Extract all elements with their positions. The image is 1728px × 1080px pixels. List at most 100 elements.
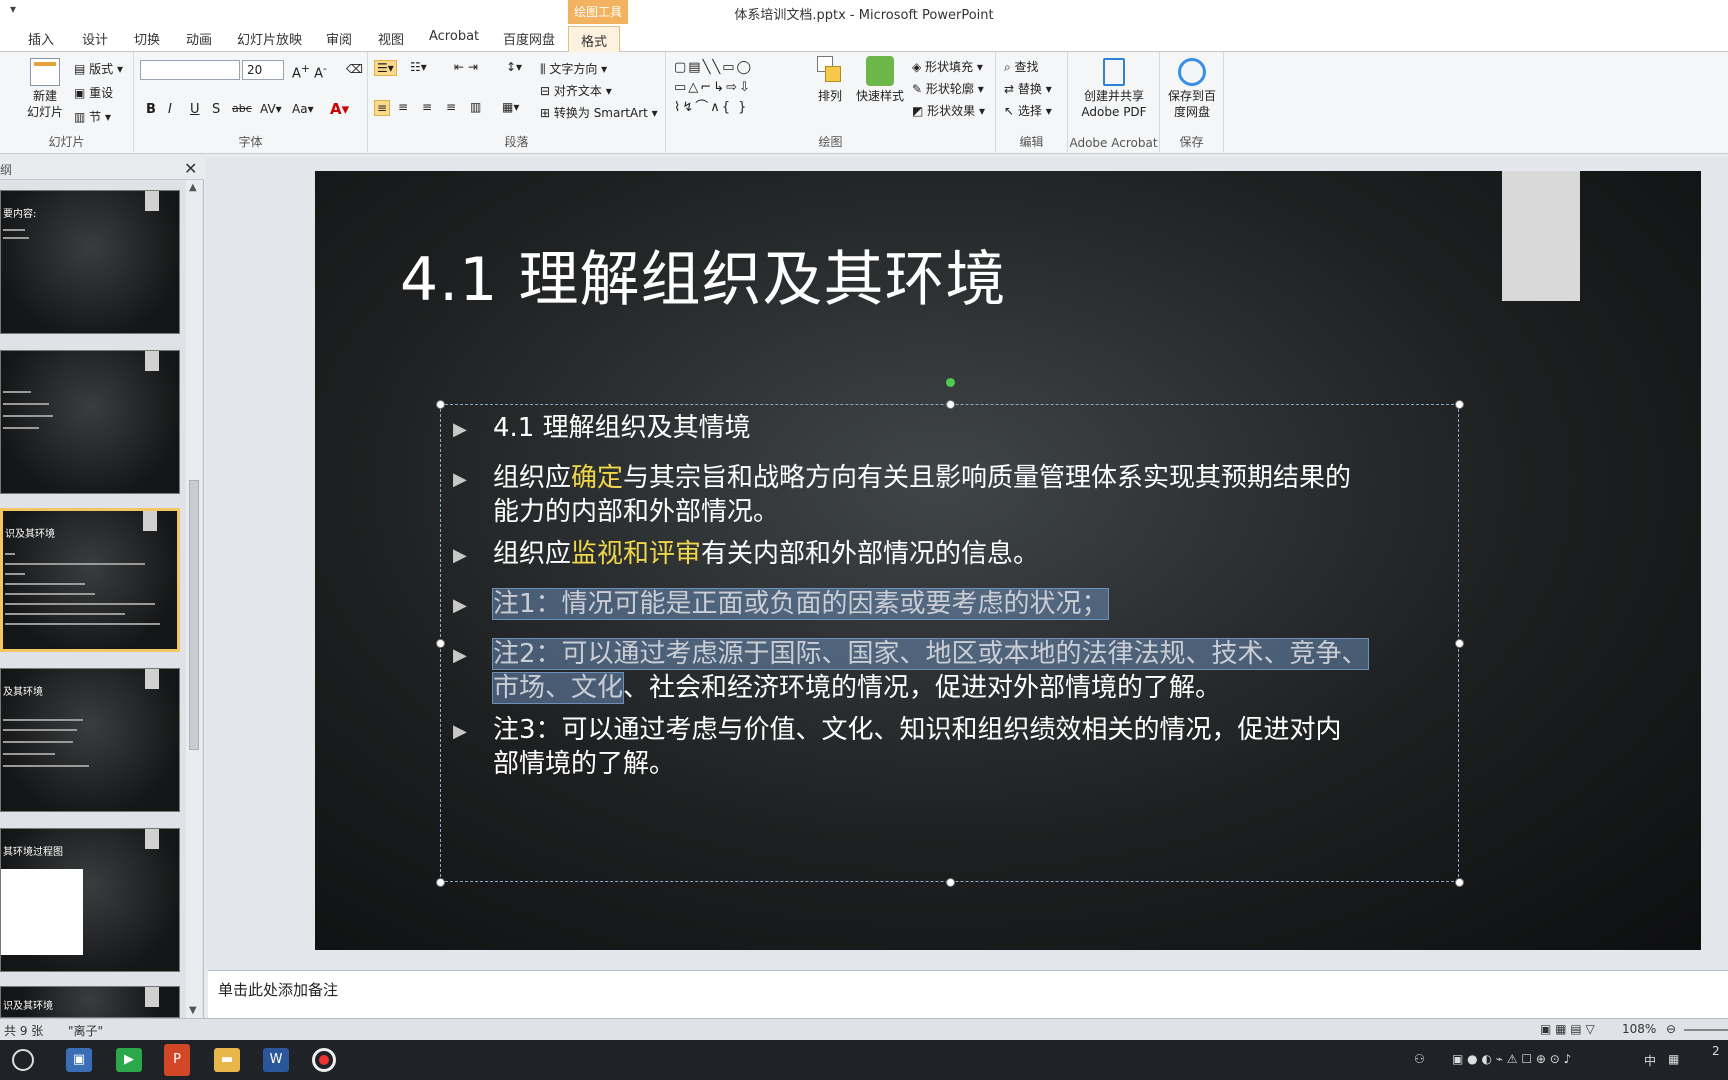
tray-icons[interactable]: ▣ ● ◐ ⌁ ⚠ ☐ ⊕ ⊙ ♪ (1452, 1052, 1571, 1066)
quick-styles-button[interactable]: 快速样式 (854, 56, 906, 104)
tab-acrobat[interactable]: Acrobat (429, 29, 479, 44)
resize-handle[interactable] (946, 878, 955, 887)
rotation-handle[interactable] (946, 378, 955, 387)
tab-design[interactable]: 设计 (82, 29, 108, 48)
panel-scrollbar[interactable]: ▲ ▼ (186, 180, 202, 1018)
scrollbar-thumb[interactable] (189, 480, 199, 750)
layout-button[interactable]: ▤ 版式 ▾ (74, 60, 123, 77)
search-icon[interactable] (12, 1049, 34, 1071)
shapes-gallery[interactable]: ▢▤╲╲▭◯ ▭△⌐↳⇨⇩ ⌇↯⌒∧{ } (674, 58, 753, 118)
replace-label: 替换 (1017, 82, 1042, 96)
smartart-icon: ⊞ (540, 106, 554, 120)
text-direction-button[interactable]: ⫼ 文字方向 ▾ (540, 60, 607, 77)
font-color-button[interactable]: A▾ (330, 100, 349, 118)
user-icon[interactable]: ⚇ (1414, 1052, 1425, 1066)
numbering-button[interactable]: ☷▾ (410, 60, 427, 74)
shadow-button[interactable]: S (212, 102, 220, 117)
tab-transitions[interactable]: 切换 (134, 29, 160, 48)
status-bar: 共 9 张 "离子" ▣ ▦ ▤ ▽ 108% ⊖ (0, 1018, 1728, 1040)
input-method[interactable]: 中 (1644, 1052, 1656, 1069)
section-button[interactable]: ▥ 节 ▾ (74, 108, 111, 125)
strikethrough-button[interactable]: abc (232, 102, 252, 115)
select-button[interactable]: ↖ 选择 ▾ (1004, 102, 1052, 119)
theme-name: "离子" (68, 1024, 104, 1038)
word-icon[interactable]: W (263, 1048, 289, 1072)
resize-handle[interactable] (436, 878, 445, 887)
zoom-out-icon[interactable]: ⊖ (1666, 1022, 1676, 1036)
slide-thumbnail[interactable]: 及其环境 (0, 668, 180, 812)
change-case-button[interactable]: Aa▾ (292, 102, 314, 116)
bold-button[interactable]: B (146, 102, 156, 117)
replace-button[interactable]: ⇄ 替换 ▾ (1004, 80, 1052, 97)
close-icon[interactable]: ✕ (184, 159, 197, 178)
create-share-pdf-button[interactable]: 创建并共享 Adobe PDF (1074, 58, 1154, 120)
tab-insert[interactable]: 插入 (28, 29, 54, 48)
slide-canvas[interactable]: 4.1 理解组织及其环境 ▶ 4.1 理解组织及其情境 ▶ 组织应确定与其宗旨和… (315, 171, 1701, 950)
content-textbox[interactable]: ▶ 4.1 理解组织及其情境 ▶ 组织应确定与其宗旨和战略方向有关且影响质量管理… (436, 378, 1464, 887)
indent-buttons[interactable]: ⇤ ⇥ (454, 60, 478, 74)
tab-baidu[interactable]: 百度网盘 (503, 29, 555, 48)
align-left-button[interactable]: ≡ (374, 100, 391, 116)
resize-handle[interactable] (436, 639, 445, 648)
align-right-button[interactable]: ≡ (422, 100, 432, 114)
paragraph-3-text: 有关内部和外部情况的信息。 (701, 539, 1040, 569)
resize-handle[interactable] (436, 400, 445, 409)
scroll-up-icon[interactable]: ▲ (189, 182, 197, 193)
resize-handle[interactable] (1455, 400, 1464, 409)
underline-button[interactable]: U (190, 102, 200, 117)
find-button[interactable]: ⌕ 查找 (1004, 58, 1039, 75)
columns-button[interactable]: ▦▾ (502, 100, 519, 114)
align-text-button[interactable]: ⊟ 对齐文本 ▾ (540, 82, 612, 99)
arrange-label: 排列 (817, 89, 842, 103)
outline-tab[interactable]: 纲 (0, 161, 12, 178)
keyboard-icon[interactable]: ▦ (1668, 1052, 1679, 1066)
align-center-button[interactable]: ≡ (398, 100, 408, 114)
bullets-button[interactable]: ☰▾ (374, 60, 397, 76)
tab-slideshow[interactable]: 幻灯片放映 (237, 29, 302, 48)
scroll-down-icon[interactable]: ▼ (189, 1005, 197, 1016)
tab-view[interactable]: 视图 (378, 29, 404, 48)
view-buttons[interactable]: ▣ ▦ ▤ ▽ (1540, 1022, 1595, 1036)
tab-review[interactable]: 审阅 (326, 29, 352, 48)
resize-handle[interactable] (1455, 878, 1464, 887)
distributed-button[interactable]: ▥ (470, 100, 481, 114)
arrange-button[interactable]: 排列 (812, 56, 848, 104)
tab-animations[interactable]: 动画 (186, 29, 212, 48)
resize-handle[interactable] (1455, 639, 1464, 648)
justify-button[interactable]: ≡ (446, 100, 456, 114)
shape-fill-button[interactable]: ◈ 形状填充 ▾ (912, 58, 983, 75)
reset-button[interactable]: ▣ 重设 (74, 84, 113, 101)
clock[interactable]: 2 (1712, 1044, 1720, 1058)
shape-effects-button[interactable]: ◩ 形状效果 ▾ (912, 102, 985, 119)
notes-pane[interactable]: 单击此处添加备注 (208, 970, 1728, 1018)
thumbnail-title: 要内容: (3, 209, 37, 220)
tab-format[interactable]: 格式 (568, 26, 621, 52)
powerpoint-icon[interactable]: P (164, 1044, 190, 1076)
slide-thumbnail-selected[interactable]: 识及其环境 (0, 508, 180, 652)
record-icon[interactable] (312, 1048, 336, 1072)
save-baidu-button[interactable]: 保存到百 度网盘 (1162, 58, 1222, 120)
acrobat-group-label: Adobe Acrobat (1069, 136, 1158, 150)
char-spacing-button[interactable]: AV▾ (260, 102, 282, 116)
grow-shrink-font-buttons[interactable]: A+ A- (292, 62, 327, 81)
notes-placeholder[interactable]: 单击此处添加备注 (218, 979, 338, 1000)
media-player-icon[interactable]: ▶ (116, 1048, 142, 1072)
file-explorer-icon[interactable]: ▬ (214, 1048, 240, 1072)
slide-thumbnail[interactable] (0, 350, 180, 494)
convert-smartart-button[interactable]: ⊞ 转换为 SmartArt ▾ (540, 104, 658, 121)
font-size-box[interactable]: 20 (242, 60, 284, 80)
slide-thumbnail[interactable]: 识及其环境 (0, 986, 180, 1018)
zoom-level[interactable]: 108% (1622, 1022, 1656, 1036)
slide-thumbnail[interactable]: 要内容: (0, 190, 180, 334)
shape-outline-button[interactable]: ✎ 形状轮廓 ▾ (912, 80, 984, 97)
resize-handle[interactable] (946, 400, 955, 409)
slide-thumbnail[interactable]: 其环境过程图 (0, 828, 180, 972)
slide-title[interactable]: 4.1 理解组织及其环境 (400, 231, 1007, 318)
clear-format-icon[interactable]: ⌫ (346, 62, 363, 76)
font-name-box[interactable] (140, 60, 240, 83)
new-slide-button[interactable]: 新建 幻灯片 (22, 58, 68, 120)
computer-icon[interactable]: ▣ (66, 1048, 92, 1072)
italic-button[interactable]: I (168, 102, 172, 117)
zoom-slider[interactable] (1684, 1029, 1728, 1031)
line-spacing-button[interactable]: ↕▾ (506, 60, 522, 74)
